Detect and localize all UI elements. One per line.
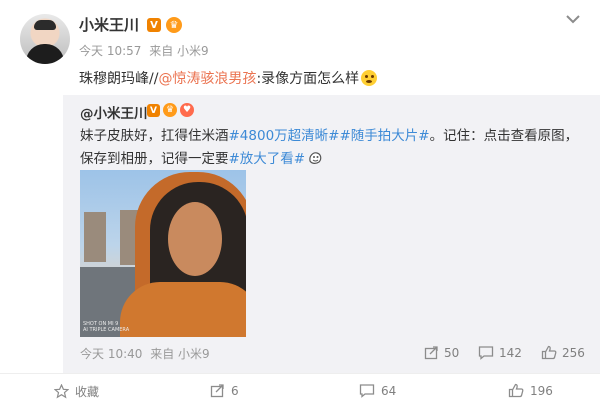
star-icon xyxy=(54,384,69,399)
like-button[interactable]: 196 xyxy=(508,383,553,398)
comment-icon xyxy=(359,383,375,398)
like-count: 196 xyxy=(530,383,553,398)
repost-like-action[interactable]: 256 xyxy=(541,345,585,360)
repost-button[interactable]: 6 xyxy=(210,383,239,398)
crown-icon: ♛ xyxy=(166,17,182,33)
post-timestamp[interactable]: 今天 10:57 xyxy=(79,44,141,58)
post-meta: 今天 10:57 来自 小米9 xyxy=(79,42,209,59)
cheeky-emoji-icon xyxy=(307,150,323,166)
mention-link[interactable]: @惊涛骇浪男孩 xyxy=(158,71,256,87)
repost-timestamp[interactable]: 今天 10:40 xyxy=(80,347,142,361)
repost-comment-action[interactable]: 142 xyxy=(478,345,522,360)
topic-link[interactable]: #放大了看# xyxy=(229,151,306,167)
repost-text: 妹子皮肤好，扛得住米酒#4800万超清晰##随手拍大片#。记住：点击查看原图，保… xyxy=(80,125,585,171)
chevron-down-icon[interactable] xyxy=(566,14,580,24)
repost-like-count: 256 xyxy=(562,345,585,360)
author-name[interactable]: 小米王川 xyxy=(79,14,139,35)
comment-count: 64 xyxy=(381,383,397,398)
repost-count: 6 xyxy=(231,383,239,398)
verified-v-icon: V xyxy=(147,18,161,32)
favorite-label: 收藏 xyxy=(75,385,100,399)
post-text-prefix: 珠穆朗玛峰// xyxy=(79,71,159,87)
post-text-suffix: :录像方面怎么样 xyxy=(256,71,360,87)
share-icon xyxy=(424,345,439,360)
shocked-emoji-icon xyxy=(361,70,378,86)
comment-icon xyxy=(478,345,494,360)
divider xyxy=(0,373,600,374)
repost-comment-count: 142 xyxy=(499,345,522,360)
topic-link[interactable]: #随手拍大片# xyxy=(339,128,429,144)
share-icon xyxy=(210,383,225,398)
repost-share-count: 50 xyxy=(444,345,460,360)
post-source: 来自 小米9 xyxy=(149,44,209,58)
comment-button[interactable]: 64 xyxy=(359,383,396,398)
repost-author[interactable]: @小米王川 xyxy=(80,102,148,122)
photo-watermark: SHOT ON MI 9 AI TRIPLE CAMERA xyxy=(83,321,129,333)
repost-text-part1: 妹子皮肤好，扛得住米酒 xyxy=(80,128,229,144)
repost-photo[interactable]: SHOT ON MI 9 AI TRIPLE CAMERA xyxy=(80,170,246,337)
photo-watermark-line2: AI TRIPLE CAMERA xyxy=(83,327,130,333)
verified-v-icon: V xyxy=(147,104,160,117)
crown-icon: ♛ xyxy=(163,103,177,117)
repost-source: 来自 小米9 xyxy=(150,347,210,361)
post-text: 珠穆朗玛峰//@惊涛骇浪男孩:录像方面怎么样 xyxy=(79,68,378,88)
thumbs-up-icon xyxy=(541,345,557,360)
repost-meta: 今天 10:40 来自 小米9 xyxy=(80,345,210,362)
repost-share-action[interactable]: 50 xyxy=(424,345,459,360)
heart-badge-icon: ♥ xyxy=(180,103,194,117)
favorite-button[interactable]: 收藏 xyxy=(54,383,99,400)
topic-link[interactable]: #4800万超清晰# xyxy=(229,128,340,144)
thumbs-up-icon xyxy=(508,383,524,398)
avatar[interactable] xyxy=(20,14,70,64)
